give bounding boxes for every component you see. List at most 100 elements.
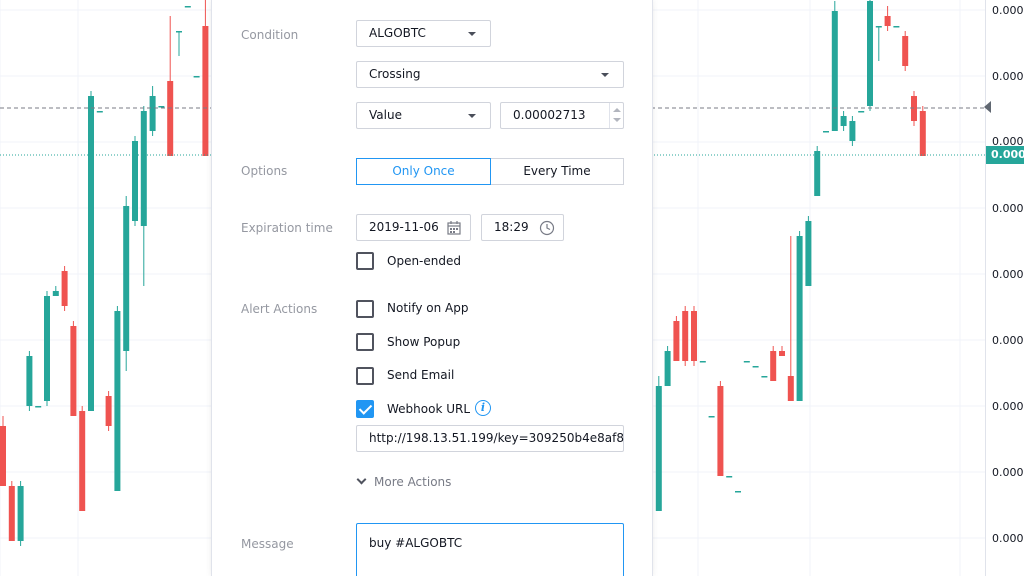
candle-body: [0, 426, 6, 486]
candle-body: [664, 351, 671, 386]
candle-body: [884, 16, 891, 26]
price-axis-label: 0.0000: [992, 466, 1024, 479]
candle-body: [70, 326, 77, 416]
price-axis-label: 0.0000: [992, 202, 1024, 215]
info-icon[interactable]: i: [475, 400, 491, 416]
candle-body: [52, 291, 59, 296]
candle-body: [726, 476, 733, 478]
candle-body: [708, 416, 715, 418]
every-time-button[interactable]: Every Time: [490, 158, 624, 185]
candle-body: [673, 321, 680, 361]
clock-icon[interactable]: [539, 220, 555, 236]
notify-app-checkbox[interactable]: [356, 300, 374, 318]
candle-body: [176, 31, 182, 33]
price-axis-label: 0.0000: [992, 334, 1024, 347]
open-ended-label[interactable]: Open-ended: [387, 254, 461, 268]
price-axis-label: 0.0000: [992, 532, 1024, 545]
candle-body: [202, 26, 209, 156]
candle-body: [132, 141, 138, 221]
candle-body: [193, 76, 200, 78]
candle-body: [44, 296, 50, 401]
open-ended-checkbox[interactable]: [356, 252, 374, 270]
symbol-select[interactable]: ALGOBTC: [356, 20, 491, 47]
expiration-date-value: 2019-11-06: [369, 220, 439, 234]
candle-body: [8, 486, 15, 541]
candle-body: [831, 11, 838, 131]
expiration-date-input[interactable]: 2019-11-06: [356, 214, 471, 241]
operator-value: Crossing: [369, 67, 421, 81]
candle-body: [805, 221, 812, 286]
alert-marker-icon[interactable]: [984, 101, 991, 113]
chevron-down-icon: [468, 32, 476, 36]
candle-body: [61, 271, 68, 306]
candle-body: [796, 236, 803, 401]
chevron-down-icon: [356, 474, 367, 485]
value-type-value: Value: [369, 108, 402, 122]
candle-body: [770, 351, 777, 381]
candle-body: [779, 351, 785, 356]
candle-body: [902, 36, 909, 66]
candle-body: [691, 311, 697, 361]
candle-body: [140, 111, 147, 226]
send-email-label[interactable]: Send Email: [387, 368, 454, 382]
candle-body: [96, 111, 103, 113]
candle-body: [875, 26, 882, 28]
more-actions-toggle[interactable]: More Actions: [356, 474, 452, 489]
candle-body: [123, 206, 130, 351]
symbol-value: ALGOBTC: [369, 26, 426, 40]
condition-label: Condition: [241, 28, 299, 42]
value-stepper[interactable]: [609, 103, 623, 128]
notify-app-label[interactable]: Notify on App: [387, 301, 469, 315]
show-popup-checkbox[interactable]: [356, 333, 374, 351]
stepper-down-icon[interactable]: [613, 118, 621, 122]
expiration-time-input[interactable]: 18:29: [481, 214, 564, 241]
calendar-icon[interactable]: [446, 220, 462, 236]
expiration-time-value: 18:29: [494, 220, 529, 234]
webhook-url-value: http://198.13.51.199/key=309250b4e8af8: [369, 431, 624, 445]
webhook-checkbox[interactable]: [356, 400, 374, 418]
chevron-down-icon: [601, 73, 609, 77]
show-popup-label[interactable]: Show Popup: [387, 335, 460, 349]
create-alert-dialog: Condition ALGOBTC Crossing Value 0.00002…: [211, 0, 653, 576]
candle-body: [787, 376, 794, 401]
candle-body: [814, 151, 821, 196]
candle-body: [867, 1, 873, 106]
candle-body: [682, 311, 689, 361]
webhook-url-input[interactable]: http://198.13.51.199/key=309250b4e8af8: [356, 425, 624, 452]
message-label: Message: [241, 537, 294, 551]
price-axis-label: 0.0000: [992, 268, 1024, 281]
candle-body: [149, 96, 156, 131]
chevron-down-icon: [468, 114, 476, 118]
price-axis-label: 0.0000: [992, 400, 1024, 413]
candle-body: [17, 486, 24, 541]
price-axis-label: 0.0000: [992, 70, 1024, 83]
stepper-up-icon[interactable]: [613, 108, 621, 112]
value-input[interactable]: 0.00002713: [500, 102, 624, 129]
candle-body: [79, 411, 86, 511]
candle-body: [752, 366, 759, 368]
more-actions-label: More Actions: [374, 475, 452, 489]
candle-body: [88, 96, 94, 411]
current-price-tag: 0.0000: [986, 146, 1024, 164]
only-once-button[interactable]: Only Once: [356, 158, 491, 185]
candle-body: [919, 111, 926, 156]
candle-body: [893, 26, 900, 28]
expiration-label: Expiration time: [241, 221, 333, 235]
value-type-select[interactable]: Value: [356, 102, 491, 129]
price-axis[interactable]: 0.0000 0.0000 0.0000 0.0000 0.0000 0.000…: [984, 0, 1024, 576]
candle-body: [823, 131, 829, 133]
candle-body: [655, 386, 662, 511]
value-text: 0.00002713: [513, 108, 586, 122]
candle-body: [743, 361, 750, 363]
message-textarea[interactable]: buy #ALGOBTC: [356, 523, 624, 576]
message-value: buy #ALGOBTC: [369, 536, 463, 550]
candle-body: [158, 106, 165, 108]
send-email-checkbox[interactable]: [356, 367, 374, 385]
options-label: Options: [241, 164, 288, 178]
candle-body: [858, 111, 865, 113]
candle-body: [699, 361, 706, 363]
webhook-label[interactable]: Webhook URL: [387, 402, 470, 416]
candle-body: [735, 491, 741, 493]
operator-select[interactable]: Crossing: [356, 61, 624, 88]
candle-body: [184, 6, 191, 8]
